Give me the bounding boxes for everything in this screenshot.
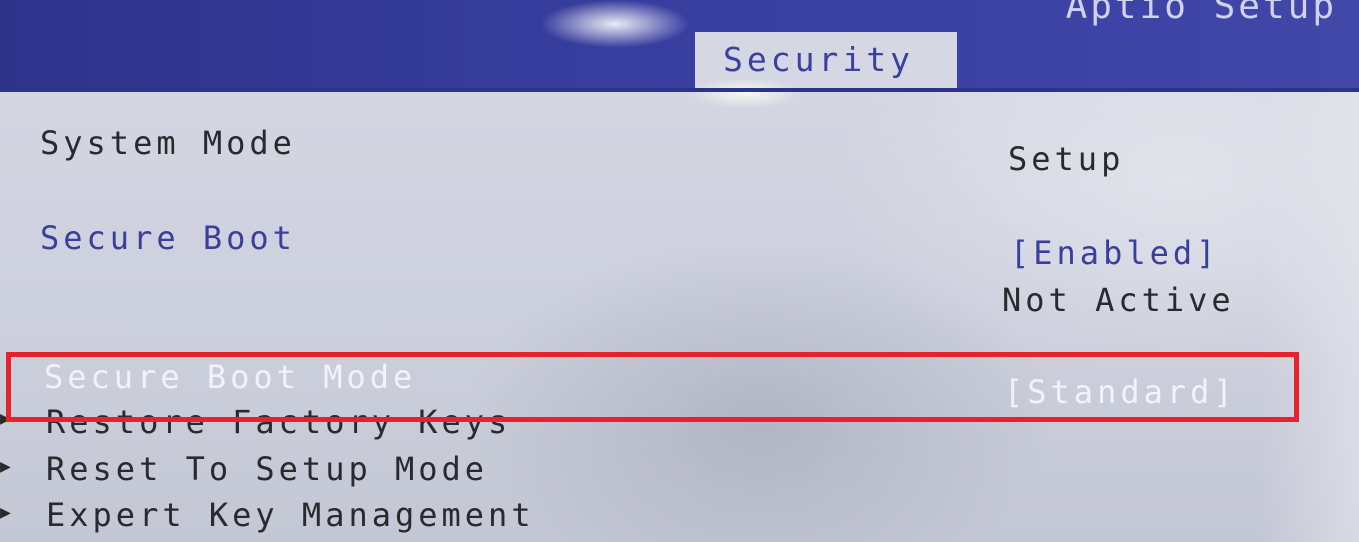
- screen-glare-lower: [690, 78, 800, 108]
- header-bar: Aptio Setup Security: [0, 0, 1359, 88]
- bios-screen: Aptio Setup Security System Mode Setup S…: [0, 0, 1359, 542]
- screen-glare: [540, 0, 690, 48]
- edge-reflection: [1259, 92, 1359, 542]
- app-title: Aptio Setup: [1065, 0, 1337, 27]
- secure-boot-status: Not Active: [1002, 281, 1235, 319]
- secure-boot-label[interactable]: Secure Boot: [40, 219, 296, 257]
- secure-boot-value[interactable]: [Enabled]: [1010, 234, 1219, 272]
- red-highlight-box: [6, 352, 1299, 422]
- submenu-arrow-icon: ▶: [0, 456, 11, 477]
- system-mode-label: System Mode: [40, 124, 296, 162]
- submenu-expert-key-management[interactable]: Expert Key Management: [46, 496, 535, 534]
- system-mode-value: Setup: [1008, 140, 1125, 178]
- submenu-arrow-icon: ▶: [0, 502, 11, 523]
- submenu-reset-to-setup-mode[interactable]: Reset To Setup Mode: [46, 450, 488, 488]
- header-divider: [0, 88, 1359, 92]
